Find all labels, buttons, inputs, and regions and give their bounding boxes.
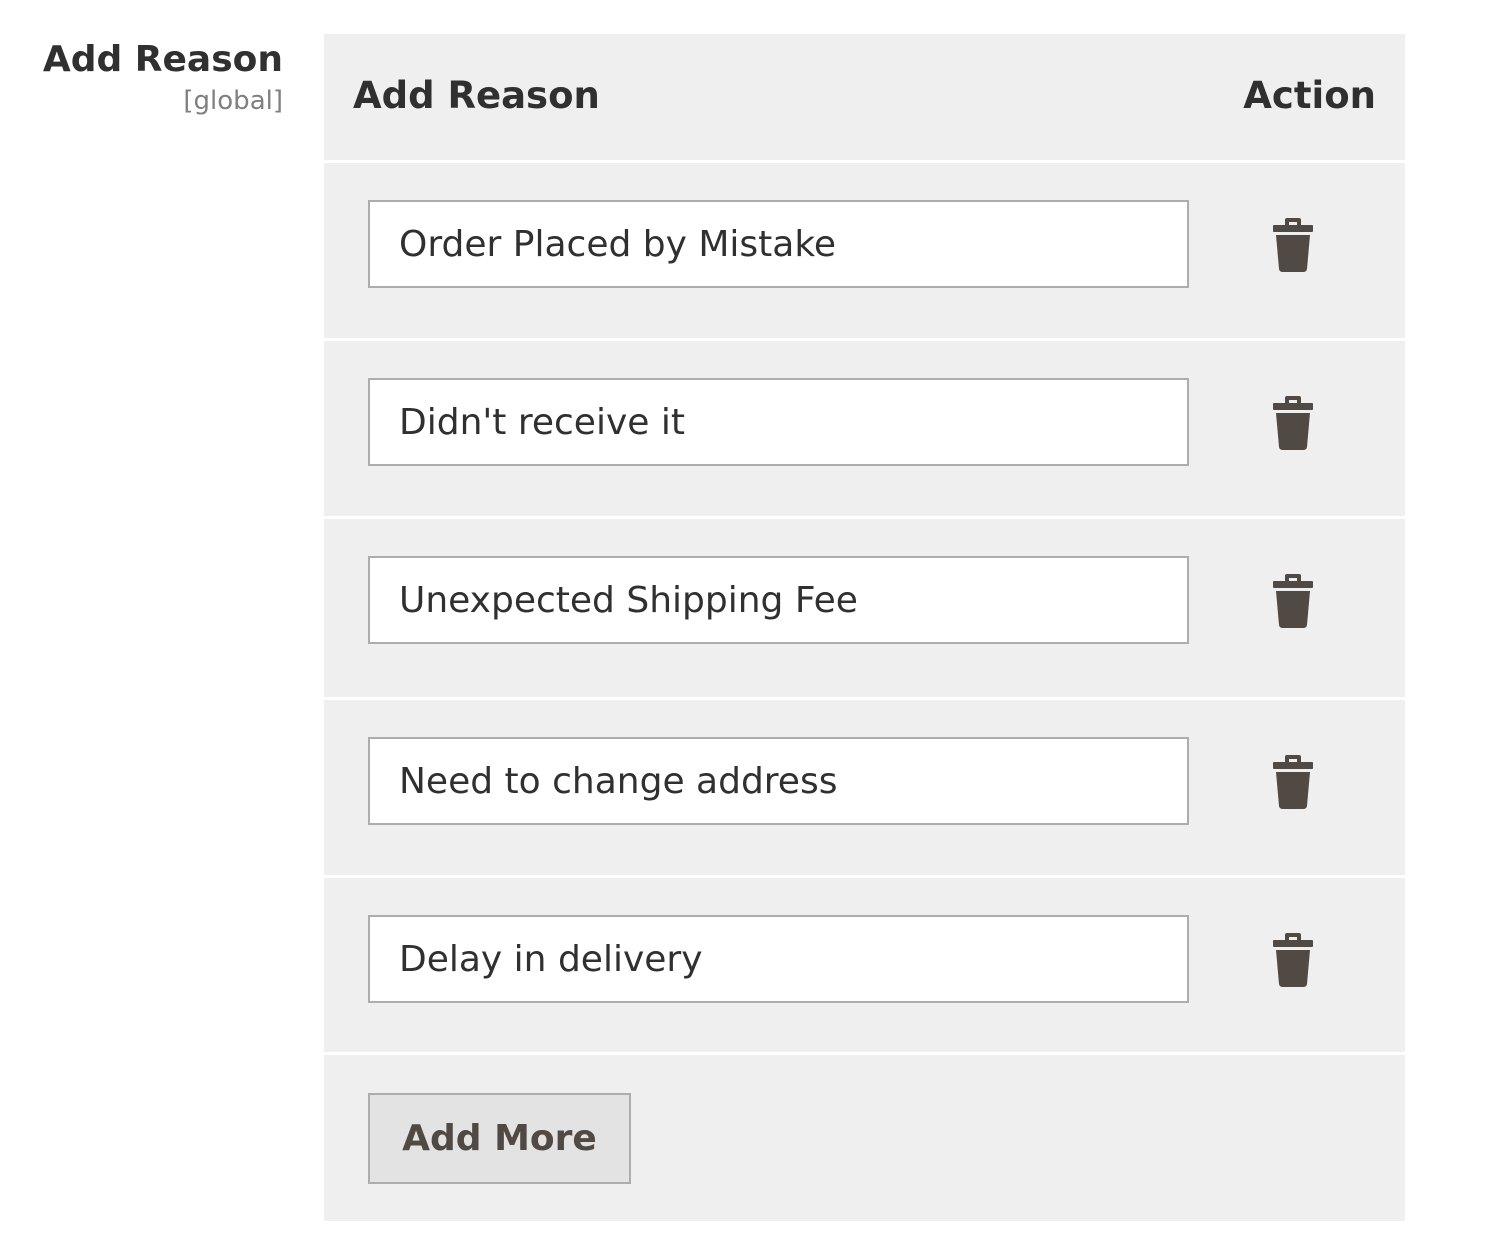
reason-input[interactable]	[368, 378, 1189, 466]
trash-icon	[1273, 396, 1313, 450]
delete-row-button[interactable]	[1268, 571, 1318, 631]
reason-input[interactable]	[368, 556, 1189, 644]
field-label: Add Reason [global]	[0, 38, 283, 118]
table-row	[324, 163, 1405, 338]
table-row	[324, 519, 1405, 694]
field-scope-label: [global]	[183, 86, 283, 116]
reasons-grid: Add Reason Action Order Placed by Mistak…	[324, 34, 1405, 1221]
trash-icon	[1273, 755, 1313, 809]
table-row	[324, 341, 1405, 516]
table-row	[324, 878, 1405, 1053]
grid-footer: Add More	[324, 1055, 1405, 1221]
delete-row-button[interactable]	[1268, 215, 1318, 275]
delete-row-button[interactable]	[1268, 752, 1318, 812]
column-header-action: Action	[1243, 74, 1376, 117]
reason-input[interactable]	[368, 200, 1189, 288]
reason-input[interactable]	[368, 737, 1189, 825]
table-row	[324, 700, 1405, 875]
delete-row-button[interactable]	[1268, 930, 1318, 990]
delete-row-button[interactable]	[1268, 393, 1318, 453]
add-more-button[interactable]: Add More	[368, 1093, 631, 1184]
field-label-title: Add Reason	[42, 39, 283, 80]
trash-icon	[1273, 574, 1313, 628]
reason-input[interactable]	[368, 915, 1189, 1003]
trash-icon	[1273, 218, 1313, 272]
column-header-reason: Add Reason	[353, 74, 600, 117]
grid-header: Add Reason Action	[324, 34, 1405, 160]
trash-icon	[1273, 933, 1313, 987]
